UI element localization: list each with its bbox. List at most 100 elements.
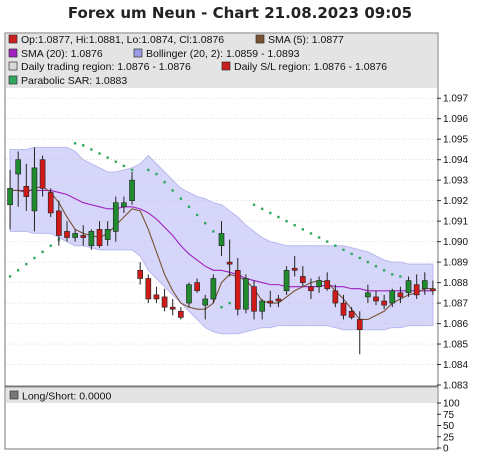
candle-body	[80, 235, 87, 238]
sar-point	[179, 197, 183, 200]
sub-y-tick-label: 0	[443, 444, 449, 455]
sar-point	[155, 172, 158, 176]
sar-point	[309, 232, 313, 235]
sar-point	[25, 262, 28, 266]
candle-body	[308, 286, 314, 292]
legend-label: SMA (5): 1.0877	[268, 34, 344, 46]
legend-swatch	[8, 75, 18, 85]
sar-point	[212, 230, 215, 233]
sar-point	[342, 248, 345, 252]
candle-body	[389, 290, 396, 304]
candle-body	[88, 231, 95, 247]
candle-body	[161, 296, 168, 308]
legend-swatch	[255, 34, 265, 44]
sar-point	[195, 213, 199, 217]
candle-body	[31, 167, 38, 212]
candle-body	[348, 310, 355, 318]
candle-body	[129, 179, 135, 201]
candle-body	[299, 276, 306, 283]
sar-point	[8, 275, 12, 278]
sar-point	[277, 215, 280, 219]
sar-point	[130, 168, 134, 172]
price-y-axis: 1.097 1.096 1.095 1.094 1.093 1.092 1.091 1.090…	[437, 94, 468, 392]
sar-point	[49, 244, 52, 247]
candle-body	[210, 278, 217, 300]
y-tick-label: 1.087	[443, 299, 468, 310]
sar-point	[187, 205, 191, 208]
y-tick-label: 1.090	[443, 237, 468, 248]
candle-body	[7, 188, 13, 206]
sar-point	[399, 275, 402, 278]
legend-swatch	[8, 61, 18, 71]
candle-body	[340, 302, 347, 316]
sar-point	[114, 160, 117, 163]
candle-body	[373, 296, 379, 302]
candle-body	[169, 306, 176, 310]
sar-point	[204, 221, 207, 225]
long-short-label: Long/Short: 0.0000	[22, 391, 111, 403]
y-tick-label: 1.094	[443, 155, 468, 166]
candle-body	[145, 278, 152, 300]
candle-body	[47, 192, 54, 214]
sar-point	[106, 156, 109, 159]
candle-body	[178, 310, 184, 318]
legend-label: Parabolic SAR: 1.0883	[21, 75, 127, 87]
sar-point	[382, 269, 386, 272]
sar-point	[41, 250, 44, 254]
candle-body	[267, 300, 274, 304]
candle-body	[251, 286, 257, 312]
candle-body	[234, 269, 241, 310]
sar-point	[260, 207, 264, 211]
sar-point	[82, 144, 85, 147]
candle-body	[283, 269, 290, 292]
sar-point	[366, 260, 370, 264]
candle-body	[104, 229, 111, 240]
y-tick-label: 1.091	[443, 217, 468, 228]
candle-body	[243, 278, 249, 310]
candle-body	[194, 282, 200, 292]
legend-label: SMA (20): 1.0876	[21, 48, 103, 60]
candle-body	[137, 269, 144, 279]
y-tick-label: 1.089	[443, 258, 468, 269]
legend-swatch	[8, 48, 18, 58]
sar-point	[358, 256, 361, 260]
candle-body	[186, 284, 192, 304]
legend-label: Bollinger (20, 2): 1.0859 - 1.0893	[146, 48, 300, 60]
long-short-panel: Long/Short: 0.0000 1007550250	[4, 386, 460, 455]
candle-body	[39, 159, 46, 189]
long-short-swatch	[9, 390, 19, 400]
y-tick-label: 1.086	[443, 319, 468, 330]
candle-body	[397, 292, 404, 298]
y-tick-label: 1.085	[443, 340, 468, 351]
candle-body	[275, 298, 282, 302]
legend-label: Daily trading region: 1.0876 - 1.0876	[21, 61, 191, 73]
sub-y-tick-label: 50	[443, 421, 455, 432]
sar-point	[391, 273, 394, 276]
candle-body	[96, 229, 103, 247]
legend-swatch	[133, 48, 143, 58]
long-short-y-axis: 1007550250	[437, 399, 460, 455]
y-tick-label: 1.083	[443, 381, 468, 392]
candle-body	[226, 261, 233, 265]
sar-point	[293, 224, 296, 227]
sar-point	[285, 219, 288, 223]
candle-body	[64, 231, 70, 238]
sar-point	[90, 148, 93, 151]
sub-y-tick-label: 75	[443, 410, 455, 421]
y-tick-label: 1.097	[443, 94, 468, 105]
candle-body	[15, 159, 22, 175]
sar-point	[33, 256, 36, 260]
price-panel: Op:1.0877, Hi:1.0881, Lo:1.0874, Cl:1.08…	[4, 32, 468, 392]
sar-point	[16, 269, 20, 272]
y-tick-label: 1.095	[443, 135, 468, 146]
candle-body	[202, 298, 209, 306]
candle-body	[56, 210, 62, 236]
candle-body	[381, 300, 387, 306]
sar-point	[171, 189, 174, 192]
y-tick-label: 1.096	[443, 114, 468, 125]
candle-body	[112, 202, 119, 232]
chart-svg: Op:1.0877, Hi:1.0881, Lo:1.0874, Cl:1.08…	[4, 32, 468, 455]
candle-body	[153, 294, 160, 300]
sar-point	[228, 301, 231, 305]
y-tick-label: 1.088	[443, 278, 468, 289]
